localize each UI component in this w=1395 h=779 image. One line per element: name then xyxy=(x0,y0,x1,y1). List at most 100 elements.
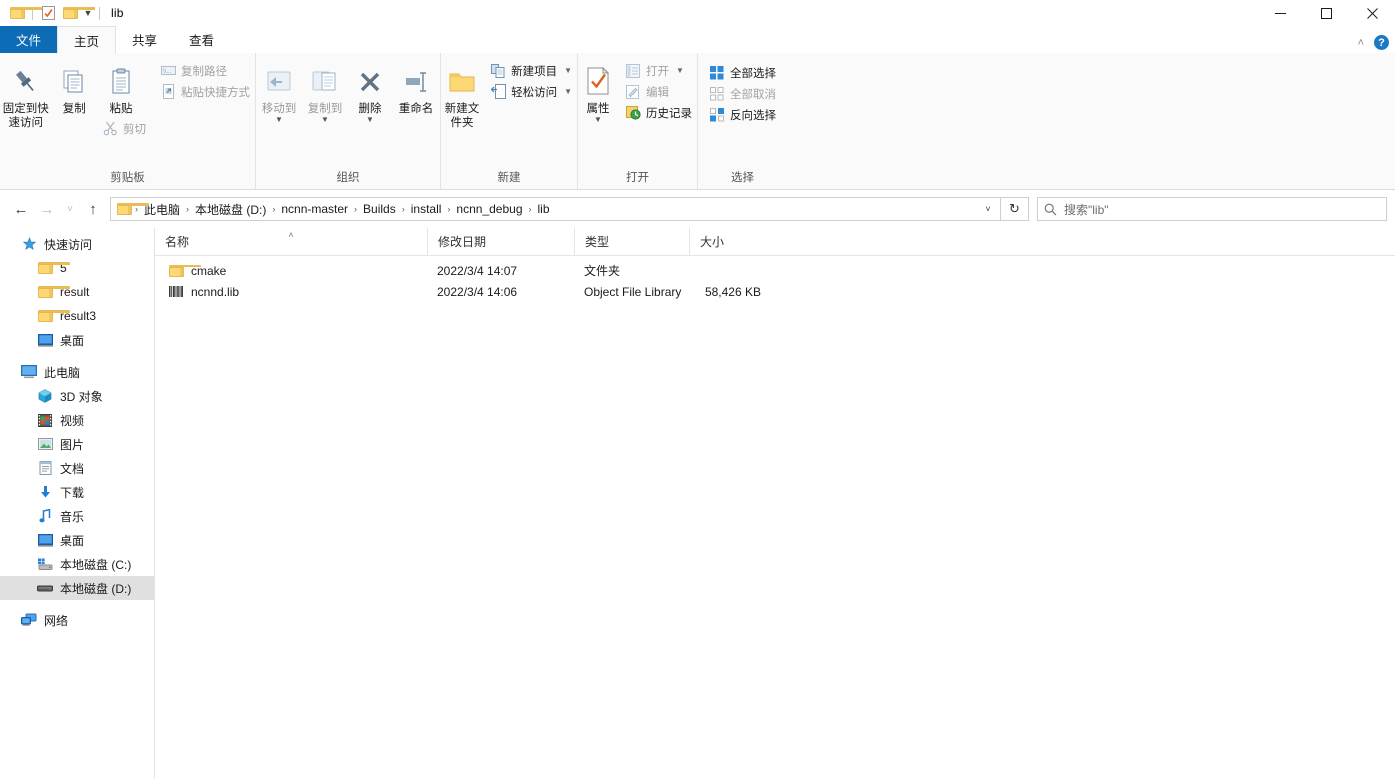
file-rows: cmake 2022/3/4 14:07 文件夹 ncnnd.lib 2022/… xyxy=(155,256,1395,302)
up-button[interactable]: ↑ xyxy=(80,196,106,222)
nav-item-documents[interactable]: 文档 xyxy=(0,456,154,480)
open-dropdown-icon[interactable]: ▼ xyxy=(676,66,684,75)
recent-locations-button[interactable]: ˅ xyxy=(60,196,80,222)
refresh-button[interactable]: ↻ xyxy=(1001,197,1029,221)
nav-item-result3[interactable]: result3 xyxy=(0,304,154,328)
table-row[interactable]: ncnnd.lib 2022/3/4 14:06 Object File Lib… xyxy=(155,281,1395,302)
breadcrumb-item-2[interactable]: ncnn-master xyxy=(276,199,353,219)
qat-folder-icon[interactable] xyxy=(6,2,42,24)
new-item-dropdown-icon[interactable]: ▼ xyxy=(564,66,572,75)
qat-new-folder-icon[interactable] xyxy=(59,2,95,24)
select-none-icon xyxy=(709,86,725,102)
ribbon-group-clipboard-label: 剪贴板 xyxy=(110,172,145,184)
new-small-commands: 新建项目 ▼ 轻松访问 ▼ xyxy=(485,58,577,102)
invert-selection-button[interactable]: 反向选择 xyxy=(704,104,781,125)
tab-share[interactable]: 共享 xyxy=(116,26,173,53)
nav-item-desktop-qa[interactable]: 桌面 xyxy=(0,328,154,352)
column-header-name[interactable]: ˄ 名称 xyxy=(155,228,427,256)
move-to-icon xyxy=(264,62,294,102)
rename-button[interactable]: 重命名 xyxy=(392,58,440,116)
window-title: lib xyxy=(111,6,124,20)
back-button[interactable]: ← xyxy=(8,196,34,222)
ribbon: 固定到快速访问 复制 粘贴 剪切 \\... 复制路径 粘贴快捷方式 剪贴板 移… xyxy=(0,53,1395,190)
downloads-icon xyxy=(36,484,54,500)
nav-header-quick-access[interactable]: 快速访问 xyxy=(0,232,154,256)
breadcrumb-bar[interactable]: › 此电脑 › 本地磁盘 (D:) › ncnn-master › Builds… xyxy=(110,197,1001,221)
column-header-type[interactable]: 类型 xyxy=(574,227,689,256)
minimize-button[interactable] xyxy=(1257,0,1303,26)
cut-button[interactable]: 剪切 xyxy=(97,118,151,139)
copy-path-button[interactable]: \\... 复制路径 xyxy=(155,60,255,81)
nav-item-3d-objects[interactable]: 3D 对象 xyxy=(0,384,154,408)
paste-button[interactable]: 粘贴 xyxy=(97,58,145,116)
column-header-size[interactable]: 大小 xyxy=(689,227,771,256)
nav-item-desktop-pc[interactable]: 桌面 xyxy=(0,528,154,552)
nav-header-network-label: 网络 xyxy=(44,613,69,628)
new-item-button[interactable]: 新建项目 ▼ xyxy=(485,60,577,81)
videos-icon xyxy=(36,412,54,428)
close-button[interactable] xyxy=(1349,0,1395,26)
breadcrumb-item-3[interactable]: Builds xyxy=(358,199,401,219)
main-area: 快速访问 5 result result3 桌面 此电脑 3D 对象 视频 图片… xyxy=(0,227,1395,779)
help-icon[interactable]: ? xyxy=(1374,35,1389,50)
tab-file[interactable]: 文件 xyxy=(0,26,58,53)
nav-item-local-disk-d[interactable]: 本地磁盘 (D:) xyxy=(0,576,154,600)
nav-item-music[interactable]: 音乐 xyxy=(0,504,154,528)
properties-dropdown-icon[interactable]: ▼ xyxy=(594,116,602,124)
nav-item-local-disk-d-label: 本地磁盘 (D:) xyxy=(60,581,132,596)
nav-header-network[interactable]: 网络 xyxy=(0,608,154,632)
nav-item-pictures-label: 图片 xyxy=(60,437,85,452)
select-none-button[interactable]: 全部取消 xyxy=(704,83,781,104)
tab-home[interactable]: 主页 xyxy=(57,26,117,53)
new-folder-button[interactable]: 新建文件夹 xyxy=(441,58,483,130)
breadcrumb-item-5[interactable]: ncnn_debug xyxy=(451,199,527,219)
breadcrumb-item-4[interactable]: install xyxy=(406,199,447,219)
new-item-icon xyxy=(490,63,506,79)
paste-label: 粘贴 xyxy=(109,103,133,115)
scissors-icon xyxy=(102,121,118,137)
nav-header-this-pc[interactable]: 此电脑 xyxy=(0,360,154,384)
easy-access-button[interactable]: 轻松访问 ▼ xyxy=(485,81,577,102)
edit-button[interactable]: 编辑 xyxy=(620,81,697,102)
nav-item-result[interactable]: result xyxy=(0,280,154,304)
history-button[interactable]: 历史记录 xyxy=(620,102,697,123)
nav-item-videos[interactable]: 视频 xyxy=(0,408,154,432)
nav-header-this-pc-label: 此电脑 xyxy=(44,365,81,380)
column-header-date[interactable]: 修改日期 xyxy=(427,227,574,256)
easy-access-dropdown-icon[interactable]: ▼ xyxy=(564,87,572,96)
nav-item-downloads[interactable]: 下载 xyxy=(0,480,154,504)
breadcrumb-item-6[interactable]: lib xyxy=(533,199,555,219)
delete-button[interactable]: 删除 ▼ xyxy=(348,58,392,124)
tab-view[interactable]: 查看 xyxy=(173,26,230,53)
breadcrumb-dropdown-icon[interactable]: ˅ xyxy=(978,198,998,220)
move-to-button[interactable]: 移动到 ▼ xyxy=(256,58,302,124)
paste-shortcut-button[interactable]: 粘贴快捷方式 xyxy=(155,81,255,102)
copy-label: 复制 xyxy=(62,103,86,115)
nav-gap-1 xyxy=(0,352,154,360)
copy-button[interactable]: 复制 xyxy=(51,58,97,116)
breadcrumb-item-0[interactable]: 此电脑 xyxy=(139,199,185,219)
qat-properties-icon[interactable] xyxy=(37,2,59,24)
open-button[interactable]: 打开 ▼ xyxy=(620,60,697,81)
ribbon-group-clipboard: 固定到快速访问 复制 粘贴 剪切 \\... 复制路径 粘贴快捷方式 剪贴板 xyxy=(0,53,255,189)
qat-dropdown-icon[interactable]: ▼ xyxy=(81,2,95,24)
ribbon-group-organize-label: 组织 xyxy=(336,172,360,184)
copy-to-button[interactable]: 复制到 ▼ xyxy=(302,58,348,124)
properties-button[interactable]: 属性 ▼ xyxy=(578,58,618,124)
file-date-cell: 2022/3/4 14:07 xyxy=(437,263,518,278)
maximize-button[interactable] xyxy=(1303,0,1349,26)
pin-to-quick-access-button[interactable]: 固定到快速访问 xyxy=(0,58,51,130)
forward-button[interactable]: → xyxy=(34,196,60,222)
nav-item-5[interactable]: 5 xyxy=(0,256,154,280)
collapse-ribbon-icon[interactable]: ˄ xyxy=(1358,37,1364,49)
nav-item-local-disk-c[interactable]: 本地磁盘 (C:) xyxy=(0,552,154,576)
table-row[interactable]: cmake 2022/3/4 14:07 文件夹 xyxy=(155,260,1395,281)
delete-icon xyxy=(355,62,385,102)
select-all-button[interactable]: 全部选择 xyxy=(704,62,781,83)
nav-item-pictures[interactable]: 图片 xyxy=(0,432,154,456)
breadcrumb-item-1[interactable]: 本地磁盘 (D:) xyxy=(190,199,271,219)
search-box[interactable]: 搜索"lib" xyxy=(1037,197,1387,221)
delete-dropdown-icon[interactable]: ▼ xyxy=(366,116,374,124)
copy-to-dropdown-icon[interactable]: ▼ xyxy=(321,116,329,124)
move-to-dropdown-icon[interactable]: ▼ xyxy=(275,116,283,124)
